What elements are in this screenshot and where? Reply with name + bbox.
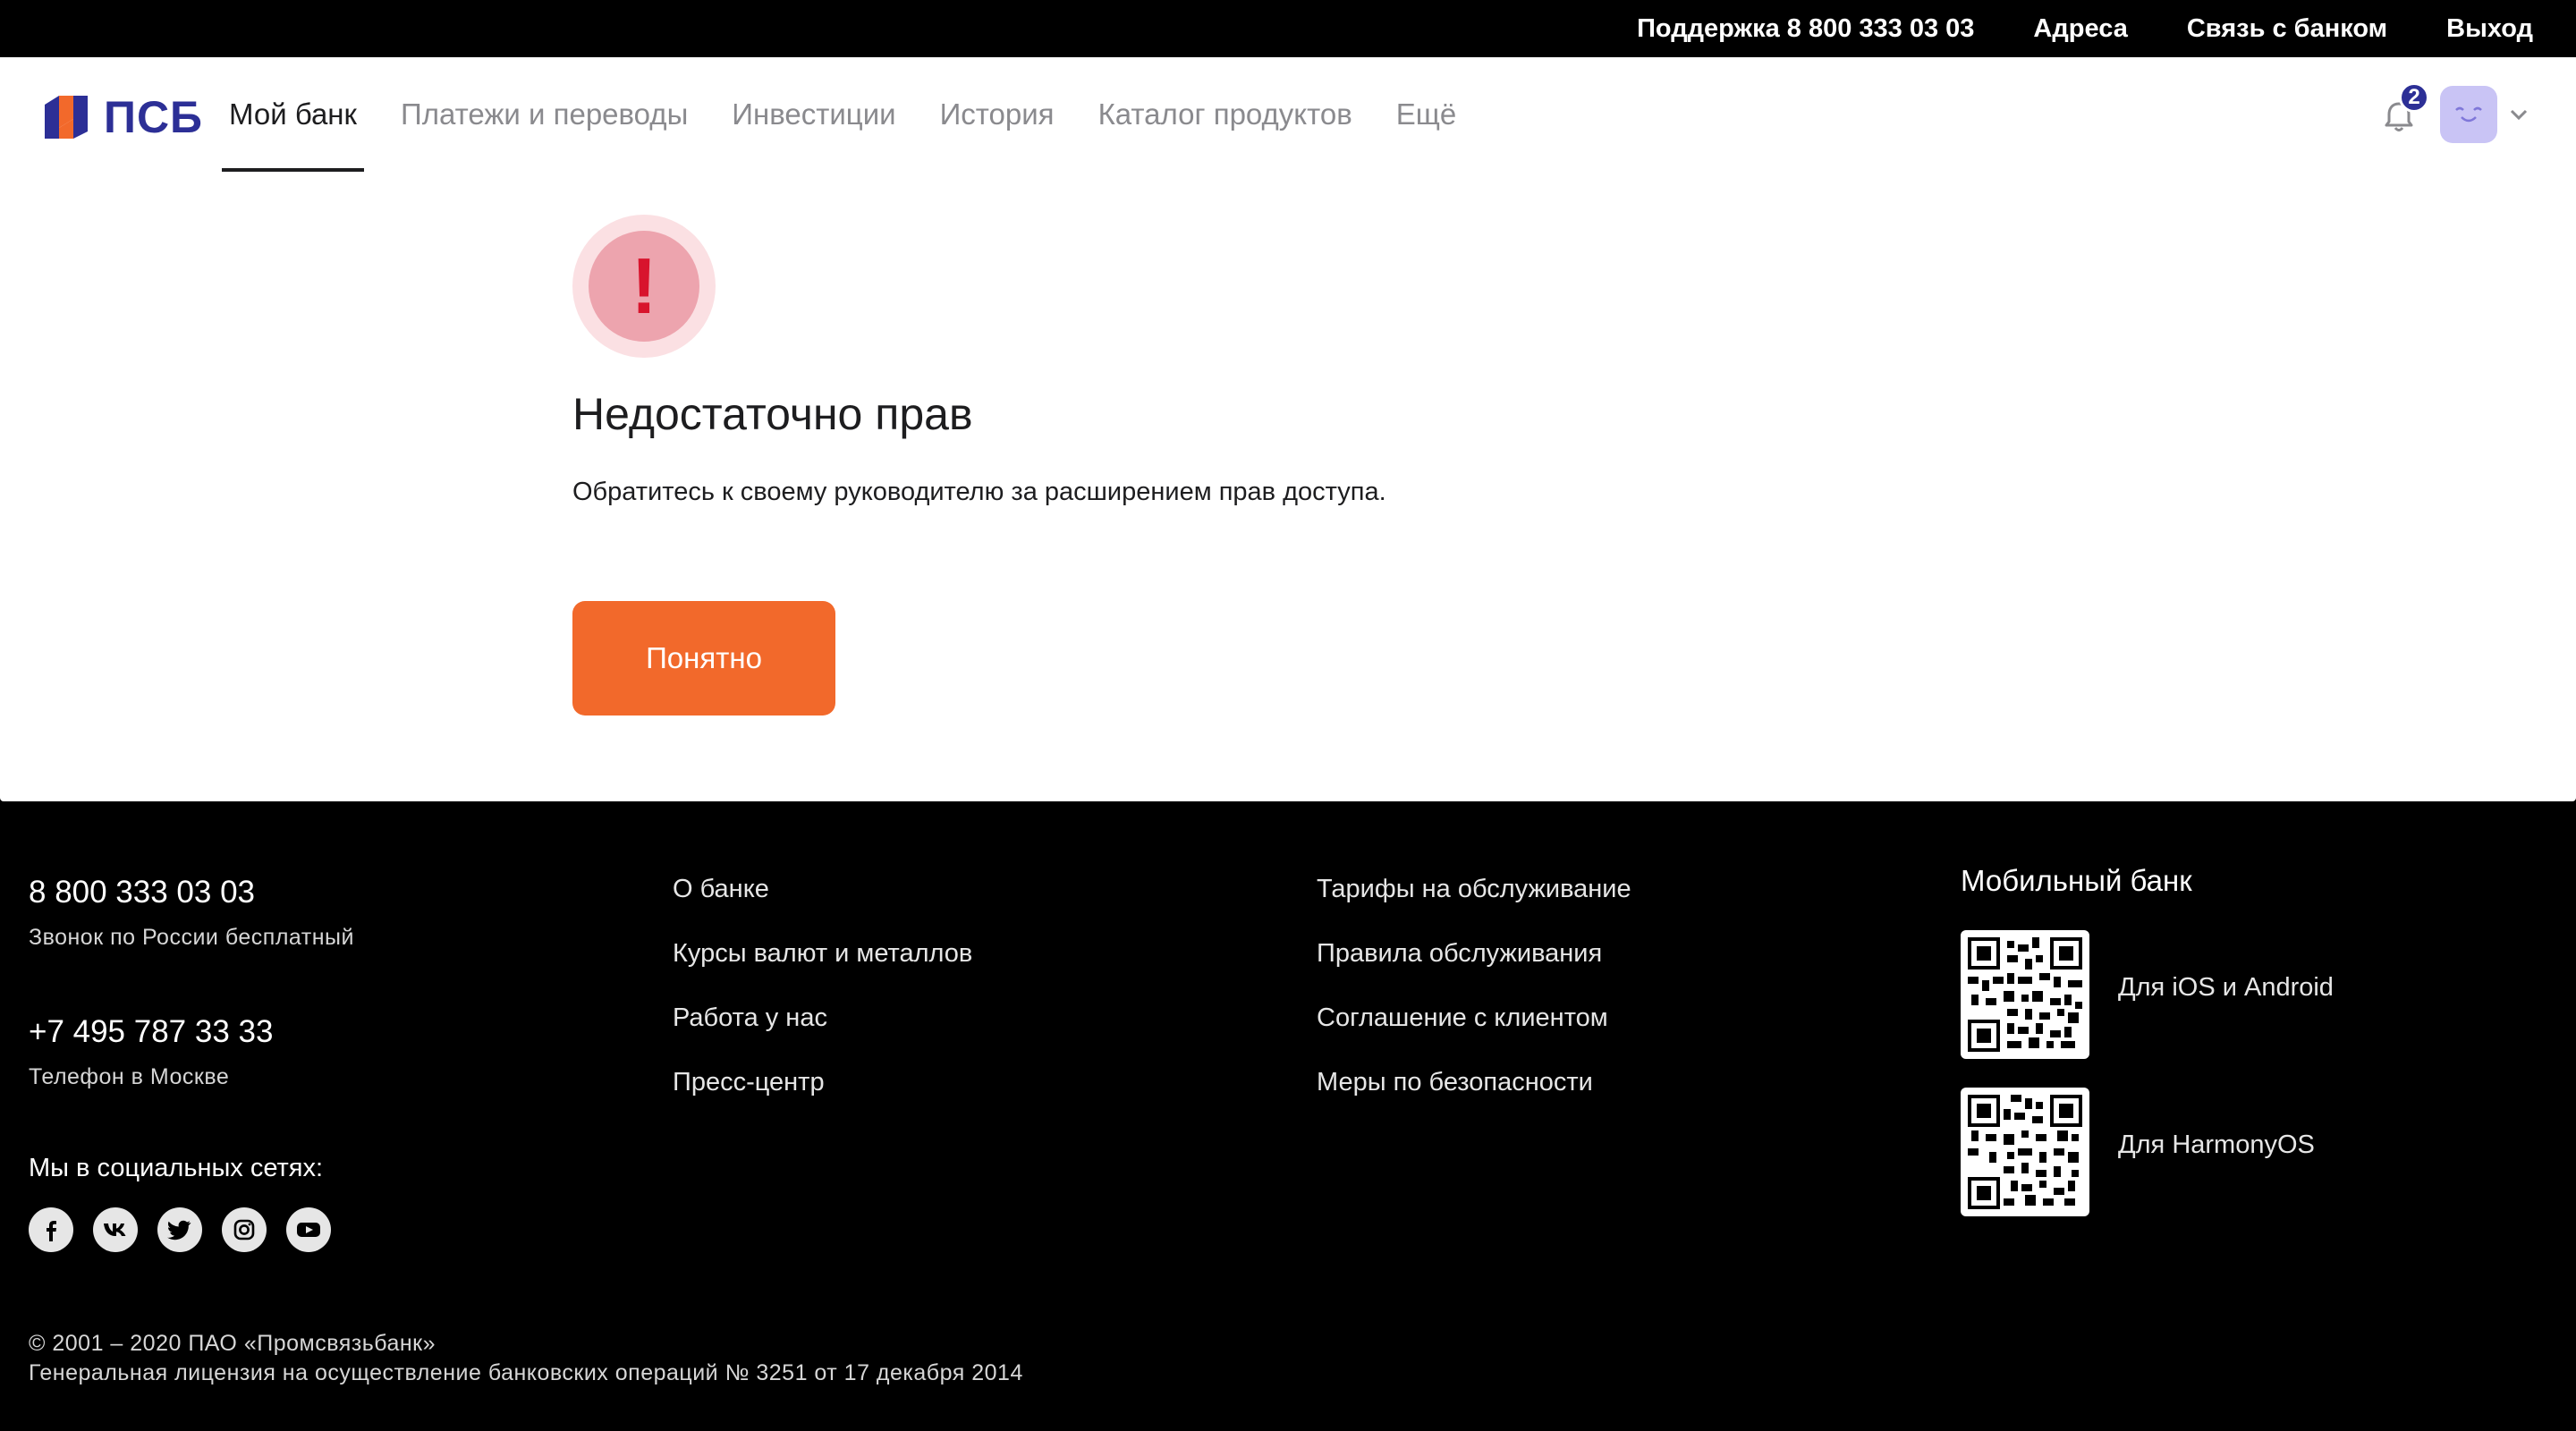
footer-links-col2: Тарифы на обслуживание Правила обслужива…	[1317, 873, 1631, 1130]
license-line: Генеральная лицензия на осуществление ба…	[29, 1360, 1023, 1385]
vk-icon[interactable]	[93, 1207, 138, 1252]
error-message: Обратитесь к своему руководителю за расш…	[572, 478, 1386, 506]
footer-link-press[interactable]: Пресс-центр	[673, 1066, 972, 1130]
top-bar: Поддержка 8 800 333 03 03 Адреса Связь с…	[0, 0, 2576, 57]
notification-badge: 2	[2399, 82, 2429, 113]
facebook-icon[interactable]	[29, 1207, 73, 1252]
error-title: Недостаточно прав	[572, 389, 973, 439]
footer-link-rules[interactable]: Правила обслуживания	[1317, 937, 1631, 1002]
addresses-link[interactable]: Адреса	[2033, 14, 2127, 44]
nav-history[interactable]: История	[940, 57, 1055, 172]
nav-investments[interactable]: Инвестиции	[732, 57, 895, 172]
footer-link-careers[interactable]: Работа у нас	[673, 1002, 972, 1066]
footer-link-agreement[interactable]: Соглашение с клиентом	[1317, 1002, 1631, 1066]
main-card: ПСБ Мой банк Платежи и переводы Инвестиц…	[0, 57, 2576, 801]
qr-label-ios-android[interactable]: Для iOS и Android	[2118, 973, 2334, 1003]
copyright-line: © 2001 – 2020 ПАО «Промсвязьбанк»	[29, 1331, 436, 1356]
avatar[interactable]	[2440, 86, 2497, 143]
nav-payments[interactable]: Платежи и переводы	[401, 57, 688, 172]
footer-link-security[interactable]: Меры по безопасности	[1317, 1066, 1631, 1130]
logout-link[interactable]: Выход	[2446, 14, 2533, 44]
footer-link-tariffs[interactable]: Тарифы на обслуживание	[1317, 873, 1631, 937]
footer-phone-russia-note: Звонок по России бесплатный	[29, 925, 354, 950]
header: ПСБ Мой банк Платежи и переводы Инвестиц…	[0, 57, 2576, 172]
footer: 8 800 333 03 03 Звонок по России бесплат…	[0, 801, 2576, 1431]
qr-code-harmonyos[interactable]	[1961, 1088, 2089, 1216]
instagram-icon[interactable]	[222, 1207, 267, 1252]
contact-bank-link[interactable]: Связь с банком	[2187, 14, 2387, 44]
qr-label-harmonyos[interactable]: Для HarmonyOS	[2118, 1130, 2315, 1160]
qr-code-ios-android[interactable]	[1961, 930, 2089, 1059]
chevron-down-icon[interactable]	[2508, 106, 2529, 123]
social-links	[29, 1207, 351, 1252]
mobile-bank-title: Мобильный банк	[1961, 864, 2192, 897]
footer-link-rates[interactable]: Курсы валют и металлов	[673, 937, 972, 1002]
exclamation-icon: !	[589, 231, 699, 342]
qr-code-icon	[1968, 1095, 2082, 1209]
copyright: © 2001 – 2020 ПАО «Промсвязьбанк» Генера…	[29, 1329, 1023, 1388]
psb-logo-icon	[45, 96, 88, 139]
error-icon-circle: !	[572, 215, 716, 358]
footer-phone-moscow-note: Телефон в Москве	[29, 1064, 230, 1089]
footer-link-about[interactable]: О банке	[673, 873, 972, 937]
nav-more[interactable]: Ещё	[1396, 57, 1457, 172]
understood-button[interactable]: Понятно	[572, 601, 835, 716]
footer-phone-russia[interactable]: 8 800 333 03 03	[29, 875, 255, 910]
social-label: Мы в социальных сетях:	[29, 1154, 324, 1182]
nav-catalog[interactable]: Каталог продуктов	[1098, 57, 1352, 172]
logo-text: ПСБ	[104, 92, 203, 142]
nav-my-bank[interactable]: Мой банк	[222, 57, 364, 172]
twitter-icon[interactable]	[157, 1207, 202, 1252]
qr-code-icon	[1968, 937, 2082, 1052]
youtube-icon[interactable]	[286, 1207, 331, 1252]
main-nav: Мой банк Платежи и переводы Инвестиции И…	[222, 57, 1500, 172]
smiley-avatar-icon	[2455, 106, 2482, 123]
logo[interactable]: ПСБ	[41, 91, 203, 143]
footer-phone-moscow[interactable]: +7 495 787 33 33	[29, 1014, 273, 1050]
footer-links-col1: О банке Курсы валют и металлов Работа у …	[673, 873, 972, 1130]
support-phone-link[interactable]: Поддержка 8 800 333 03 03	[1637, 14, 1974, 44]
